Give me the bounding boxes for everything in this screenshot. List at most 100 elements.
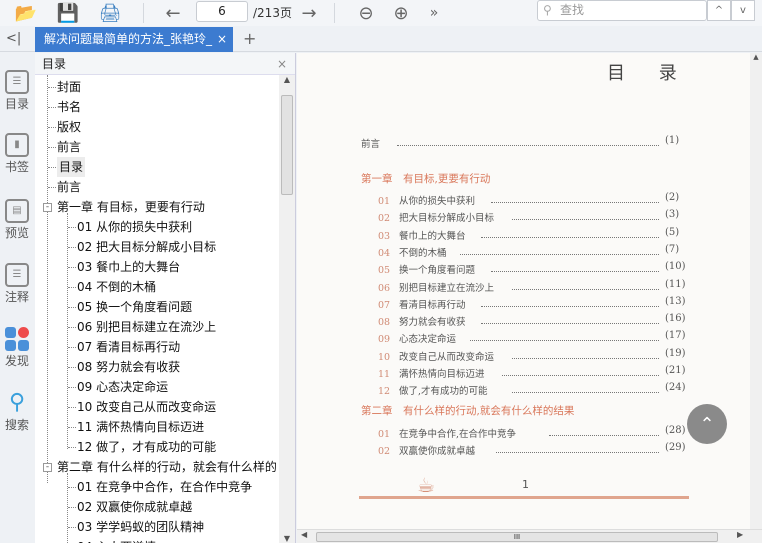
- entry-number: 12: [377, 386, 391, 398]
- toc-item[interactable]: 04 不倒的木桶: [77, 277, 156, 297]
- scroll-up-icon[interactable]: ▲: [279, 75, 295, 84]
- sidebar-item-discover[interactable]: 发现: [0, 327, 34, 369]
- toc-panel-close-icon[interactable]: ×: [277, 53, 287, 75]
- dot-leader: [491, 202, 659, 203]
- tree-connector: [68, 267, 76, 268]
- toc-entry[interactable]: 06 别把目标建立在流沙上: [373, 280, 494, 294]
- open-folder-icon[interactable]: 📂: [14, 2, 38, 24]
- toc-entry[interactable]: 03 餐巾上的大舞台: [373, 228, 466, 242]
- tab-document[interactable]: 解决问题最简单的方法_张艳玲_ ×: [35, 27, 233, 52]
- entry-title: 前言: [361, 139, 381, 150]
- toc-item[interactable]: 03 学学蚂蚁的团队精神: [77, 517, 204, 537]
- page-number-input[interactable]: 6: [196, 1, 248, 22]
- toc-entry[interactable]: 前言: [357, 136, 380, 150]
- collapse-toggle-icon[interactable]: -: [43, 463, 52, 472]
- document-horizontal-scrollbar[interactable]: ◀ III ▶: [297, 529, 762, 543]
- prev-page-icon[interactable]: ←: [162, 2, 184, 24]
- dot-leader: [480, 305, 659, 307]
- toc-tree: 封面 书名 版权 前言 目录 前言 - 第一章 有目标，更要有行动 01 从你的损失中获利 02 …: [35, 75, 279, 543]
- toc-entry[interactable]: 02 双赢使你成就卓越: [373, 443, 475, 457]
- sidebar-item-notes[interactable]: ☰ 注释: [0, 263, 34, 305]
- zoom-out-icon[interactable]: ⊖: [355, 2, 377, 24]
- toc-item[interactable]: 12 做了，才有成功的可能: [77, 437, 216, 457]
- sidebar-label: 预览: [4, 226, 29, 240]
- tab-bar: <| 解决问题最简单的方法_张艳玲_ × +: [0, 27, 762, 52]
- next-page-icon[interactable]: →: [298, 2, 320, 24]
- tree-guide-line: [67, 473, 68, 543]
- toc-item[interactable]: 07 看清目标再行动: [77, 337, 180, 357]
- toc-entry[interactable]: 11 满怀热情向目标迈进: [373, 366, 485, 380]
- toc-item[interactable]: 前言: [57, 177, 81, 197]
- save-icon[interactable]: 💾: [57, 2, 79, 24]
- back-to-top-button[interactable]: ⌃: [687, 404, 727, 444]
- entry-number: 07: [377, 299, 391, 311]
- new-tab-button[interactable]: +: [243, 29, 256, 48]
- toc-item[interactable]: 03 餐巾上的大舞台: [77, 257, 180, 277]
- toc-item[interactable]: 封面: [57, 77, 81, 97]
- entry-page: (28): [665, 425, 686, 436]
- toc-entry[interactable]: 07 看清目标再行动: [373, 297, 466, 311]
- discover-icon: [5, 327, 29, 351]
- entry-number: 01: [377, 196, 391, 207]
- tree-connector: [68, 427, 76, 428]
- toc-item[interactable]: 09 心态决定命运: [77, 377, 168, 397]
- toc-item[interactable]: 版权: [57, 117, 81, 137]
- entry-title: 在竞争中合作,在合作中竞争: [399, 429, 517, 440]
- search-prev-button[interactable]: ^: [707, 0, 731, 21]
- toc-item[interactable]: 04 心人西谦情: [77, 537, 156, 543]
- toc-item[interactable]: 02 双赢使你成就卓越: [77, 497, 192, 517]
- toc-item[interactable]: 02 把大目标分解成小目标: [77, 237, 216, 257]
- document-vertical-scrollbar[interactable]: ▲: [750, 53, 762, 529]
- entry-page: (24): [665, 382, 686, 394]
- toc-entry[interactable]: 04 不倒的木桶: [373, 245, 447, 259]
- toc-chapter[interactable]: 第一章 有目标，更要有行动: [57, 197, 205, 217]
- search-input[interactable]: ⚲ 查找: [537, 0, 707, 21]
- toc-item[interactable]: 05 换一个角度看问题: [77, 297, 192, 317]
- entry-page: (13): [665, 295, 686, 307]
- toc-entry[interactable]: 12 做了,才有成功的可能: [373, 383, 488, 397]
- sidebar-label: 注释: [4, 290, 29, 304]
- collapse-toggle-icon[interactable]: -: [43, 203, 52, 212]
- toc-item[interactable]: 11 满怀热情向目标迈进: [77, 417, 204, 437]
- toc-item[interactable]: 06 别把目标建立在流沙上: [77, 317, 216, 337]
- toc-item[interactable]: 08 努力就会有收获: [77, 357, 180, 377]
- toc-entry[interactable]: 10 改变自己从而改变命运: [373, 349, 494, 363]
- sidebar-item-preview[interactable]: ▤ 预览: [0, 199, 34, 241]
- horizontal-scroll-thumb[interactable]: III: [316, 532, 718, 542]
- toc-entry[interactable]: 08 努力就会有收获: [373, 314, 466, 328]
- dot-leader: [470, 340, 659, 342]
- toc-entry[interactable]: 09 心态决定命运: [373, 331, 456, 345]
- collapse-sidebar-button[interactable]: <|: [6, 31, 21, 46]
- print-icon[interactable]: 🖨: [98, 2, 122, 24]
- zoom-in-icon[interactable]: ⊕: [390, 2, 412, 24]
- tab-close-icon[interactable]: ×: [217, 27, 227, 52]
- entry-title: 从你的损失中获利: [399, 196, 476, 207]
- toc-item[interactable]: 01 从你的损失中获利: [77, 217, 192, 237]
- toc-entry[interactable]: 05 换一个角度看问题: [373, 262, 475, 276]
- entry-page: (17): [665, 330, 686, 342]
- sidebar-item-toc[interactable]: ☰ 目录: [0, 70, 34, 112]
- more-button[interactable]: »: [426, 2, 442, 24]
- entry-number: 02: [377, 446, 391, 457]
- search-next-button[interactable]: v: [731, 0, 755, 21]
- toc-entry[interactable]: 02 把大目标分解成小目标: [373, 210, 494, 224]
- chapter-heading: 第一章 有目标,更要有行动: [361, 173, 491, 185]
- toc-item[interactable]: 目录: [57, 157, 86, 177]
- footer-line: [359, 496, 689, 499]
- sidebar-item-search[interactable]: ⚲ 搜索: [0, 391, 34, 433]
- document-view: 目 录 ☕ 1 ⌃ 前言 (1) 第一章 有目标,更要有行动 01 从你的损失中获利 (2…: [297, 53, 762, 543]
- scroll-down-icon[interactable]: ▼: [279, 534, 295, 543]
- toc-entry[interactable]: 01 从你的损失中获利: [373, 193, 475, 207]
- entry-title: 改变自己从而改变命运: [399, 351, 495, 363]
- toc-item[interactable]: 01 在竞争中合作，在合作中竞争: [77, 477, 252, 497]
- sidebar-item-bookmark[interactable]: ▮ 书签: [0, 133, 34, 175]
- tree-connector: [68, 507, 76, 508]
- entry-number: 04: [377, 247, 391, 259]
- toc-entry[interactable]: 01 在竞争中合作,在合作中竞争: [373, 426, 516, 440]
- toc-item[interactable]: 10 改变自己从而改变命运: [77, 397, 216, 417]
- toc-item[interactable]: 书名: [57, 97, 81, 117]
- toc-item[interactable]: 前言: [57, 137, 81, 157]
- toc-chapter[interactable]: 第二章 有什么样的行动，就会有什么样的: [57, 457, 277, 477]
- toc-scrollbar[interactable]: ▲ ▼: [279, 75, 295, 543]
- scroll-thumb[interactable]: [281, 95, 293, 195]
